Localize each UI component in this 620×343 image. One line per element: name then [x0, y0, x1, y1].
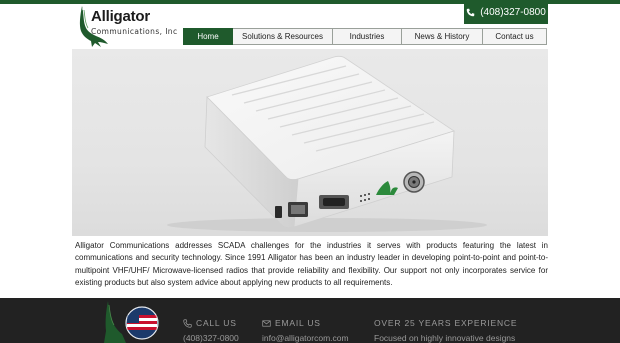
hero-product-image	[72, 49, 548, 236]
nav-item-home[interactable]: Home	[183, 28, 233, 45]
footer-experience: OVER 25 YEARS EXPERIENCE Focused on high…	[374, 318, 517, 343]
footer-experience-heading: OVER 25 YEARS EXPERIENCE	[374, 318, 518, 328]
site-logo[interactable]: Alligator Communications, Inc	[74, 4, 184, 48]
nav-item-contact-us[interactable]: Contact us	[483, 28, 547, 45]
footer-email-heading: EMAIL US	[275, 318, 321, 328]
footer-call-heading: CALL US	[196, 318, 237, 328]
envelope-icon	[262, 319, 271, 327]
phone-icon	[466, 8, 475, 16]
brand-name: Alligator	[91, 8, 151, 25]
company-description: Alligator Communications addresses SCADA…	[75, 241, 548, 288]
main-nav: Home Solutions & Resources Industries Ne…	[183, 28, 547, 45]
phone-button[interactable]: (408)327-0800	[464, 0, 548, 24]
nav-item-solutions-resources[interactable]: Solutions & Resources	[233, 28, 333, 45]
footer-experience-tagline: Focused on highly innovative designs	[374, 333, 516, 343]
brand-subtitle: Communications, Inc	[91, 27, 178, 36]
radio-modem-device-image	[167, 55, 487, 232]
phone-icon	[183, 318, 192, 328]
footer-email-us: EMAIL US info@alligatorcom.com	[262, 318, 349, 343]
usa-flag-seal-icon	[125, 306, 159, 340]
footer-call-us: CALL US (408)327-0800	[183, 318, 239, 343]
footer-phone-number[interactable]: (408)327-0800	[183, 333, 239, 343]
nav-item-industries[interactable]: Industries	[333, 28, 402, 45]
footer-email-address[interactable]: info@alligatorcom.com	[262, 333, 349, 343]
nav-item-news-history[interactable]: News & History	[402, 28, 483, 45]
phone-button-label: (408)327-0800	[480, 6, 546, 18]
